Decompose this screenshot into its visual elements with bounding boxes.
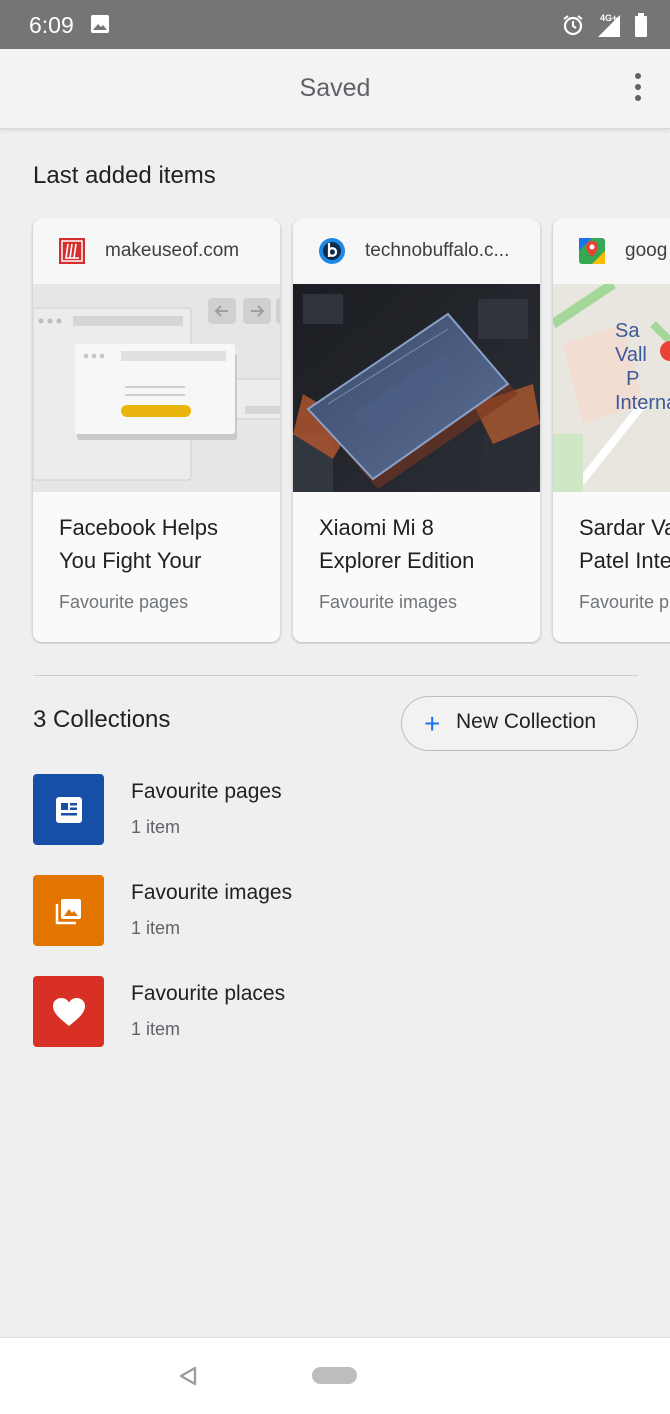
status-icons: 4G+ — [562, 10, 648, 40]
card-title-line: Facebook Helps — [59, 515, 218, 540]
card-title-line: Sardar Va — [579, 515, 670, 540]
card-title: Facebook Helps You Fight Your — [59, 511, 259, 577]
saved-card[interactable]: makeuseof.com Facebook Helps You Fight Y… — [33, 219, 280, 642]
card-title-line: Patel Inte — [579, 548, 670, 573]
heart-icon — [52, 997, 85, 1026]
alarm-icon — [563, 15, 583, 36]
card-domain: goog — [625, 240, 668, 261]
map-label: SaVall PInterna — [615, 320, 670, 414]
card-title: Xiaomi Mi 8 Explorer Edition — [319, 511, 519, 577]
saved-card[interactable]: technobuffalo.c... Xiaomi Mi 8 Explorer … — [293, 219, 540, 642]
home-pill[interactable] — [312, 1367, 357, 1384]
card-thumbnail — [33, 284, 280, 492]
collection-count: 1 item — [131, 1019, 181, 1039]
collection-item[interactable]: Favourite pages 1 item — [33, 774, 633, 846]
status-bar: 6:09 4G+ — [0, 0, 670, 49]
back-icon[interactable] — [178, 1366, 198, 1386]
card-header: makeuseof.com — [33, 219, 280, 284]
card-title: Sardar Va Patel Inte — [579, 511, 670, 577]
app-bar: Saved — [0, 49, 670, 129]
collection-name: Favourite pages — [131, 780, 282, 803]
article-icon — [55, 796, 82, 823]
card-collection-label: Favourite pages — [59, 592, 189, 612]
collection-count: 1 item — [131, 817, 181, 837]
image-icon — [91, 15, 109, 33]
card-thumbnail: SaVall PInterna — [553, 284, 670, 492]
status-time: 6:09 — [29, 12, 74, 38]
card-title-line: You Fight Your — [59, 548, 202, 573]
card-title-line: Xiaomi Mi 8 — [319, 515, 434, 540]
more-vert-icon[interactable] — [630, 69, 646, 105]
divider — [33, 675, 638, 676]
card-collection-label: Favourite images — [319, 592, 458, 612]
last-added-heading: Last added items — [33, 162, 216, 189]
collection-tile — [33, 976, 104, 1047]
card-collection-label: Favourite p — [579, 592, 670, 612]
collection-item[interactable]: Favourite places 1 item — [33, 976, 633, 1048]
page-title: Saved — [299, 74, 371, 102]
card-domain: makeuseof.com — [105, 240, 240, 261]
technobuffalo-icon — [319, 238, 345, 264]
last-added-carousel[interactable]: makeuseof.com Facebook Helps You Fight Y… — [0, 219, 670, 644]
saved-card[interactable]: goog SaVall PInterna Sardar Va Patel Int… — [553, 219, 670, 642]
google-maps-icon — [579, 238, 605, 264]
new-collection-label: New Collection — [456, 710, 597, 733]
card-header: goog — [553, 219, 670, 284]
collection-tile — [33, 875, 104, 946]
system-nav-bar — [0, 1337, 670, 1414]
card-title-line: Explorer Edition — [319, 548, 475, 573]
battery-icon — [635, 13, 647, 37]
collection-name: Favourite images — [131, 881, 293, 904]
makeuseof-icon — [59, 238, 85, 264]
signal-icon: 4G+ — [598, 13, 620, 37]
new-collection-button[interactable]: + New Collection — [401, 696, 638, 751]
card-thumbnail — [293, 284, 540, 492]
collection-name: Favourite places — [131, 982, 286, 1005]
collections-count: 3 Collections — [33, 706, 171, 733]
plus-icon: + — [424, 708, 441, 739]
photo-library-icon — [55, 898, 81, 924]
collection-count: 1 item — [131, 918, 181, 938]
card-header: technobuffalo.c... — [293, 219, 540, 284]
collection-item[interactable]: Favourite images 1 item — [33, 875, 633, 947]
collection-tile — [33, 774, 104, 845]
card-domain: technobuffalo.c... — [365, 240, 510, 261]
